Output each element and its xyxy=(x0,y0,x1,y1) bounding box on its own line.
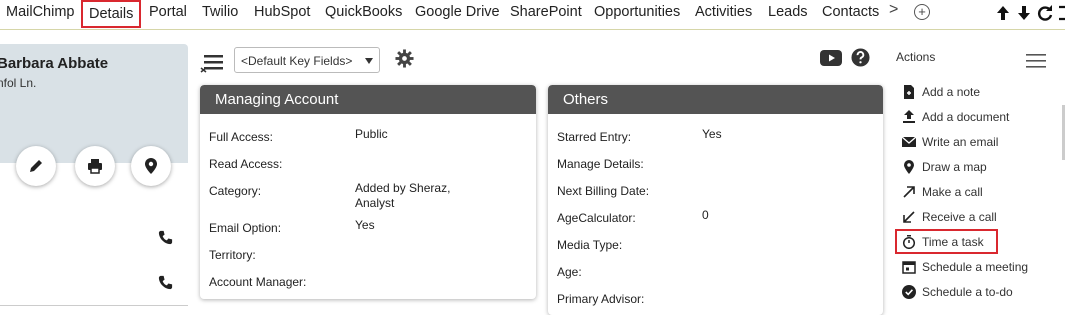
print-button[interactable] xyxy=(75,146,115,186)
youtube-icon[interactable] xyxy=(820,50,842,66)
check-circle-icon xyxy=(902,285,916,299)
chevron-down-icon xyxy=(365,58,373,64)
tab-sharepoint[interactable]: SharePoint xyxy=(510,0,582,26)
tab-mailchimp[interactable]: MailChimp xyxy=(6,0,75,26)
field-label: Full Access: xyxy=(209,130,274,144)
key-fields-select[interactable]: <Default Key Fields> xyxy=(234,47,380,73)
field-value: Added by Sheraz, Analyst xyxy=(355,181,451,210)
tab-portal[interactable]: Portal xyxy=(149,0,187,26)
action-label: Draw a map xyxy=(922,160,987,174)
field-label: Account Manager: xyxy=(209,275,307,289)
edit-button[interactable] xyxy=(16,146,56,186)
field-value: Yes xyxy=(355,218,375,232)
tab-bar: MailChimp Details Portal Twilio HubSpot … xyxy=(0,0,1065,30)
field-value: Yes xyxy=(702,127,722,141)
field-label: Starred Entry: xyxy=(557,130,632,144)
printer-icon xyxy=(88,159,102,174)
more-tabs-chevron-icon[interactable]: > xyxy=(889,1,898,19)
tab-twilio[interactable]: Twilio xyxy=(202,0,238,26)
field-label: Age: xyxy=(557,265,582,279)
field-label: Territory: xyxy=(209,248,256,262)
managing-account-panel: Managing Account Full Access: Public Rea… xyxy=(200,85,536,299)
action-label: Schedule a meeting xyxy=(922,260,1029,274)
tab-details[interactable]: Details xyxy=(81,0,142,28)
tab-contacts[interactable]: Contacts xyxy=(822,0,879,26)
others-panel: Others Starred Entry: Yes Manage Details… xyxy=(548,85,883,315)
map-pin-icon xyxy=(904,160,914,174)
contact-name: Barbara Abbate xyxy=(0,55,109,72)
time-task-highlight xyxy=(895,229,998,254)
email-icon xyxy=(902,136,916,147)
incoming-call-icon xyxy=(903,211,915,223)
calendar-icon xyxy=(902,261,916,274)
upload-icon xyxy=(903,110,915,123)
note-icon xyxy=(904,85,914,99)
location-pin-icon xyxy=(145,158,157,174)
action-label: Schedule a to-do xyxy=(922,285,1013,299)
map-button[interactable] xyxy=(131,146,171,186)
field-label: Primary Advisor: xyxy=(557,292,645,306)
action-label: Make a call xyxy=(922,185,983,199)
action-label: Receive a call xyxy=(922,210,997,224)
contact-address: nfol Ln. xyxy=(0,76,37,90)
field-label: Media Type: xyxy=(557,238,623,252)
tab-quickbooks[interactable]: QuickBooks xyxy=(325,0,402,26)
field-label: Email Option: xyxy=(209,221,282,235)
actions-title: Actions xyxy=(896,50,936,64)
add-tab-icon[interactable]: + xyxy=(914,4,930,20)
actions-menu-icon[interactable] xyxy=(1026,53,1046,69)
panel-title: Managing Account xyxy=(200,85,536,114)
field-value: Public xyxy=(355,127,388,141)
tab-leads[interactable]: Leads xyxy=(768,0,808,26)
phone-icon[interactable] xyxy=(157,274,174,291)
pencil-icon xyxy=(30,160,42,172)
phone-icon[interactable] xyxy=(157,229,174,246)
refresh-icon[interactable] xyxy=(1036,3,1054,23)
field-label: Category: xyxy=(209,184,262,198)
arrow-down-icon[interactable] xyxy=(1015,3,1033,23)
arrow-up-icon[interactable] xyxy=(994,3,1012,23)
action-label: Write an email xyxy=(922,135,999,149)
key-fields-select-value: <Default Key Fields> xyxy=(241,54,353,68)
field-label: Read Access: xyxy=(209,157,283,171)
tab-hubspot[interactable]: HubSpot xyxy=(254,0,310,26)
help-icon[interactable] xyxy=(851,48,870,67)
field-menu-icon[interactable] xyxy=(200,50,224,76)
tab-google-drive[interactable]: Google Drive xyxy=(415,0,500,26)
gear-icon[interactable] xyxy=(395,49,414,68)
field-label: Manage Details: xyxy=(557,157,644,171)
action-label: Add a document xyxy=(922,110,1010,124)
divider xyxy=(0,305,188,306)
panel-title: Others xyxy=(548,85,883,114)
field-label: Next Billing Date: xyxy=(557,184,650,198)
action-label: Add a note xyxy=(922,85,981,99)
field-value: 0 xyxy=(702,208,709,222)
expand-icon[interactable] xyxy=(1057,3,1065,23)
tab-opportunities[interactable]: Opportunities xyxy=(594,0,680,26)
tab-activities[interactable]: Activities xyxy=(695,0,752,26)
field-label: AgeCalculator: xyxy=(557,211,636,225)
outgoing-call-icon xyxy=(903,186,915,198)
